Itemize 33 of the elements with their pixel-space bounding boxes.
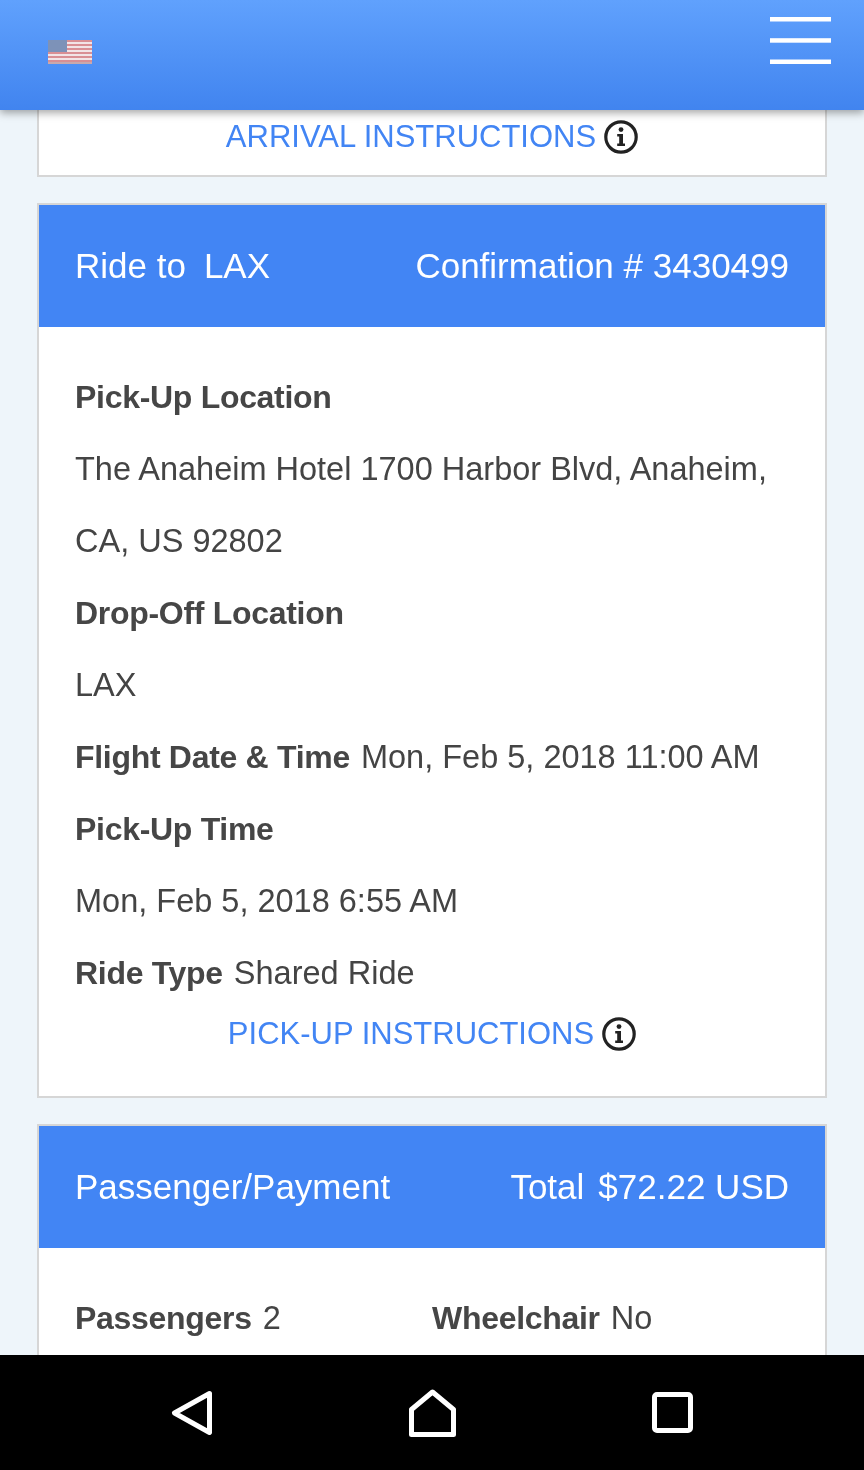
field-label: Flight Date & Time	[75, 738, 350, 775]
field-value: The Anaheim Hotel 1700 Harbor Blvd, Anaheim, CA, US 92802	[75, 449, 768, 561]
confirmation-number: Confirmation # 3430499	[415, 245, 789, 286]
card-title: Passenger/Payment	[75, 1166, 391, 1207]
field-value: 2	[262, 1299, 281, 1336]
pick-up-instructions-link[interactable]: PICK-UP INSTRUCTIONS	[227, 1009, 637, 1058]
arrival-instructions-link[interactable]: ARRIVAL INSTRUCTIONS	[225, 116, 639, 157]
field-value: LAX	[75, 665, 138, 705]
field-label: Pick-Up Location	[75, 377, 333, 417]
back-icon	[171, 1389, 213, 1436]
field-value: Mon, Feb 5, 2018 6:55 AM	[75, 881, 460, 921]
field-value: Shared Ride	[233, 954, 415, 991]
us-flag-icon[interactable]	[48, 40, 92, 64]
destination-text: LAX	[203, 245, 271, 286]
recent-apps-button[interactable]	[652, 1392, 693, 1433]
field-label: Ride Type	[75, 954, 223, 991]
field-label: Drop-Off Location	[75, 593, 345, 633]
card-title: Ride to	[75, 245, 186, 286]
info-icon	[602, 1016, 637, 1051]
total-amount: $72.22 USD	[598, 1166, 789, 1207]
home-icon	[409, 1388, 456, 1437]
field-label: Passengers	[75, 1299, 252, 1336]
field-value: No	[610, 1299, 653, 1336]
info-icon	[604, 119, 639, 154]
field-label: Wheelchair	[432, 1299, 600, 1336]
square-icon	[652, 1392, 693, 1433]
field-value: Mon, Feb 5, 2018 11:00 AM	[360, 738, 760, 775]
menu-icon	[770, 17, 831, 64]
home-button[interactable]	[409, 1388, 456, 1437]
back-button[interactable]	[171, 1389, 213, 1436]
total-label: Total	[510, 1166, 585, 1207]
menu-button[interactable]	[770, 17, 831, 64]
field-label: Pick-Up Time	[75, 809, 275, 849]
